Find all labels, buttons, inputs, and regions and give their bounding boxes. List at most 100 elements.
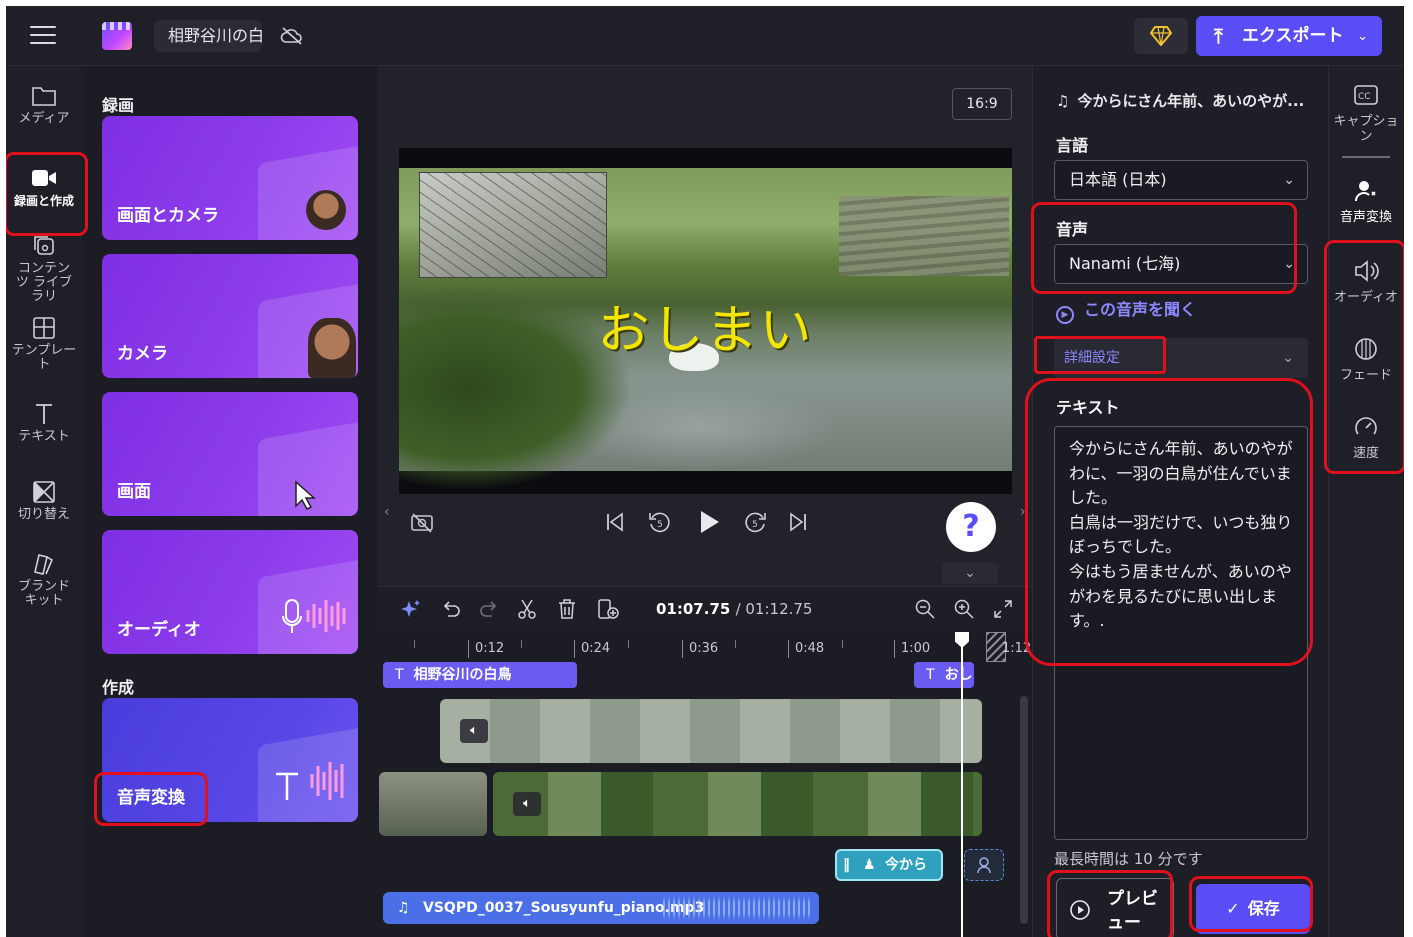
- zoom-out-icon[interactable]: [914, 598, 936, 620]
- timecode: 01:07.75 / 01:12.75: [656, 600, 812, 618]
- record-panel: 録画 画面とカメラ カメラ 画面 オーディオ 作成 音声変換: [82, 66, 378, 937]
- total-time: / 01:12.75: [735, 600, 813, 618]
- text-clip-ending[interactable]: T おし: [914, 662, 974, 688]
- play-circle-icon: [1070, 900, 1090, 920]
- scissors-icon[interactable]: [516, 598, 538, 620]
- rail-label: 音声変換: [1339, 210, 1392, 225]
- voice-label: 音声: [1056, 220, 1089, 239]
- card-camera[interactable]: カメラ: [102, 254, 358, 378]
- project-title[interactable]: 相野谷川の白鳥: [154, 20, 262, 52]
- rail-item-captions[interactable]: CC キャプション: [1328, 82, 1404, 144]
- rail-item-text-to-speech[interactable]: 音声変換: [1328, 178, 1404, 225]
- panel-title: ♫ 今からにさん年前、あいのやが...: [1056, 92, 1305, 110]
- skip-end-icon[interactable]: [787, 511, 809, 533]
- card-screen[interactable]: 画面: [102, 392, 358, 516]
- rail-label: コンテンツ ライブラリ: [15, 261, 73, 304]
- listen-voice-link[interactable]: ▶ この音声を聞く: [1056, 296, 1196, 324]
- video-clip-overlay[interactable]: 🔈︎: [440, 699, 982, 763]
- microphone-icon: [282, 599, 346, 633]
- rail-label: 録画と作成: [13, 194, 74, 208]
- voice-icon: [977, 857, 991, 874]
- voice-icon: [1355, 181, 1376, 202]
- rail-item-brand-kit[interactable]: ブランド キット: [6, 552, 82, 608]
- collapse-right-icon[interactable]: ›: [1020, 504, 1026, 520]
- fit-timeline-icon[interactable]: [992, 598, 1014, 620]
- card-screen-and-camera[interactable]: 画面とカメラ: [102, 116, 358, 240]
- rail-label: テンプレート: [11, 343, 77, 372]
- top-bar: 相野谷川の白鳥 ⤒ エクスポート ⌄: [6, 6, 1404, 66]
- chevron-down-icon[interactable]: ⌄: [942, 562, 998, 584]
- person-thumbnail: [308, 318, 356, 378]
- text-icon: T: [395, 667, 404, 683]
- collapse-left-icon[interactable]: ‹: [384, 504, 390, 520]
- caption-overlay[interactable]: おしまい: [399, 288, 1012, 363]
- rail-label: メディア: [18, 111, 70, 126]
- voice-placeholder-clip[interactable]: [964, 849, 1004, 881]
- skip-start-icon[interactable]: [604, 511, 626, 533]
- text-to-speech-icon: [276, 762, 344, 800]
- voice-select[interactable]: Nanami (七海) ⌄: [1054, 244, 1308, 284]
- add-to-timeline-icon[interactable]: [596, 598, 620, 620]
- camera-off-icon[interactable]: [410, 512, 434, 534]
- clipchamp-logo: [102, 22, 132, 50]
- audio-clip[interactable]: ♫ VSQPD_0037_Sousyunfu_piano.mp3: [383, 892, 819, 924]
- checkmark-icon: ✓: [1226, 899, 1240, 918]
- rewind-5-icon[interactable]: 5: [647, 509, 673, 535]
- ruler-label: 0:12: [468, 640, 504, 658]
- redo-icon[interactable]: [478, 598, 500, 620]
- transitions-icon: [33, 481, 55, 503]
- chevron-down-icon: ⌄: [1283, 172, 1295, 188]
- timeline-scrollbar[interactable]: [1020, 696, 1028, 924]
- record-heading: 録画: [102, 96, 135, 115]
- rail-item-speed[interactable]: 速度: [1328, 414, 1404, 461]
- advanced-settings-toggle[interactable]: 詳細設定 ⌄: [1054, 338, 1308, 378]
- tts-text-input[interactable]: 今からにさん年前、あいのやがわに、一羽の白鳥が住んでいました。 白鳥は一羽だけで…: [1054, 426, 1308, 840]
- speaker-icon[interactable]: 🔈︎: [460, 719, 488, 743]
- rail-label: ブランド キット: [17, 579, 70, 608]
- rail-item-text[interactable]: テキスト: [6, 402, 82, 444]
- speaker-icon[interactable]: 🔈︎: [513, 792, 541, 816]
- music-note-icon: ♫: [1056, 92, 1070, 110]
- rail-item-media[interactable]: メディア: [6, 84, 82, 126]
- templates-icon: [33, 317, 55, 339]
- play-icon[interactable]: [696, 509, 722, 535]
- cloud-off-icon[interactable]: [280, 26, 304, 46]
- help-button[interactable]: ?: [946, 502, 996, 552]
- forward-5-icon[interactable]: 5: [742, 509, 768, 535]
- menu-icon[interactable]: [30, 26, 56, 46]
- aspect-ratio-button[interactable]: 16:9: [952, 88, 1012, 120]
- rail-item-audio[interactable]: オーディオ: [1328, 258, 1404, 305]
- rail-item-templates[interactable]: テンプレート: [6, 316, 82, 372]
- preview-button[interactable]: プレビュー: [1056, 878, 1174, 937]
- picture-in-picture-overlay[interactable]: [419, 172, 607, 278]
- rail-item-transitions[interactable]: 切り替え: [6, 480, 82, 522]
- video-clip-2[interactable]: 🔈︎: [493, 772, 982, 836]
- undo-icon[interactable]: [440, 598, 462, 620]
- ruler-tick: [628, 640, 629, 648]
- language-select[interactable]: 日本語 (日本) ⌄: [1054, 160, 1308, 200]
- voiceover-clip[interactable]: ‖ ♟ 今から: [835, 849, 943, 881]
- chevron-down-icon: ⌄: [1357, 29, 1368, 44]
- rail-item-record-create[interactable]: 録画と作成: [6, 166, 82, 208]
- drag-handle-icon[interactable]: ‖: [843, 851, 850, 879]
- card-text-to-speech[interactable]: 音声変換: [102, 698, 358, 822]
- rail-item-fade[interactable]: フェード: [1328, 336, 1404, 383]
- rail-item-content-library[interactable]: コンテンツ ライブラリ: [6, 234, 82, 304]
- video-preview[interactable]: おしまい: [399, 148, 1012, 494]
- premium-gem-button[interactable]: [1134, 18, 1188, 54]
- magic-sparkle-icon[interactable]: [400, 598, 422, 620]
- ruler-label: 1:00: [894, 640, 930, 658]
- svg-text:CC: CC: [1358, 92, 1371, 102]
- rail-label: 速度: [1352, 446, 1379, 461]
- save-button[interactable]: ✓ 保存: [1196, 884, 1310, 934]
- captions-icon: CC: [1354, 85, 1378, 105]
- card-audio[interactable]: オーディオ: [102, 530, 358, 654]
- ruler-tick: [735, 640, 736, 648]
- export-button[interactable]: ⤒ エクスポート ⌄: [1196, 16, 1382, 56]
- video-clip-1[interactable]: [379, 772, 487, 836]
- playhead[interactable]: [961, 636, 963, 937]
- text-clip-title[interactable]: T 相野谷川の白鳥: [383, 662, 577, 688]
- video-camera-icon: [32, 170, 56, 186]
- zoom-in-icon[interactable]: [953, 598, 975, 620]
- trash-icon[interactable]: [556, 598, 578, 620]
